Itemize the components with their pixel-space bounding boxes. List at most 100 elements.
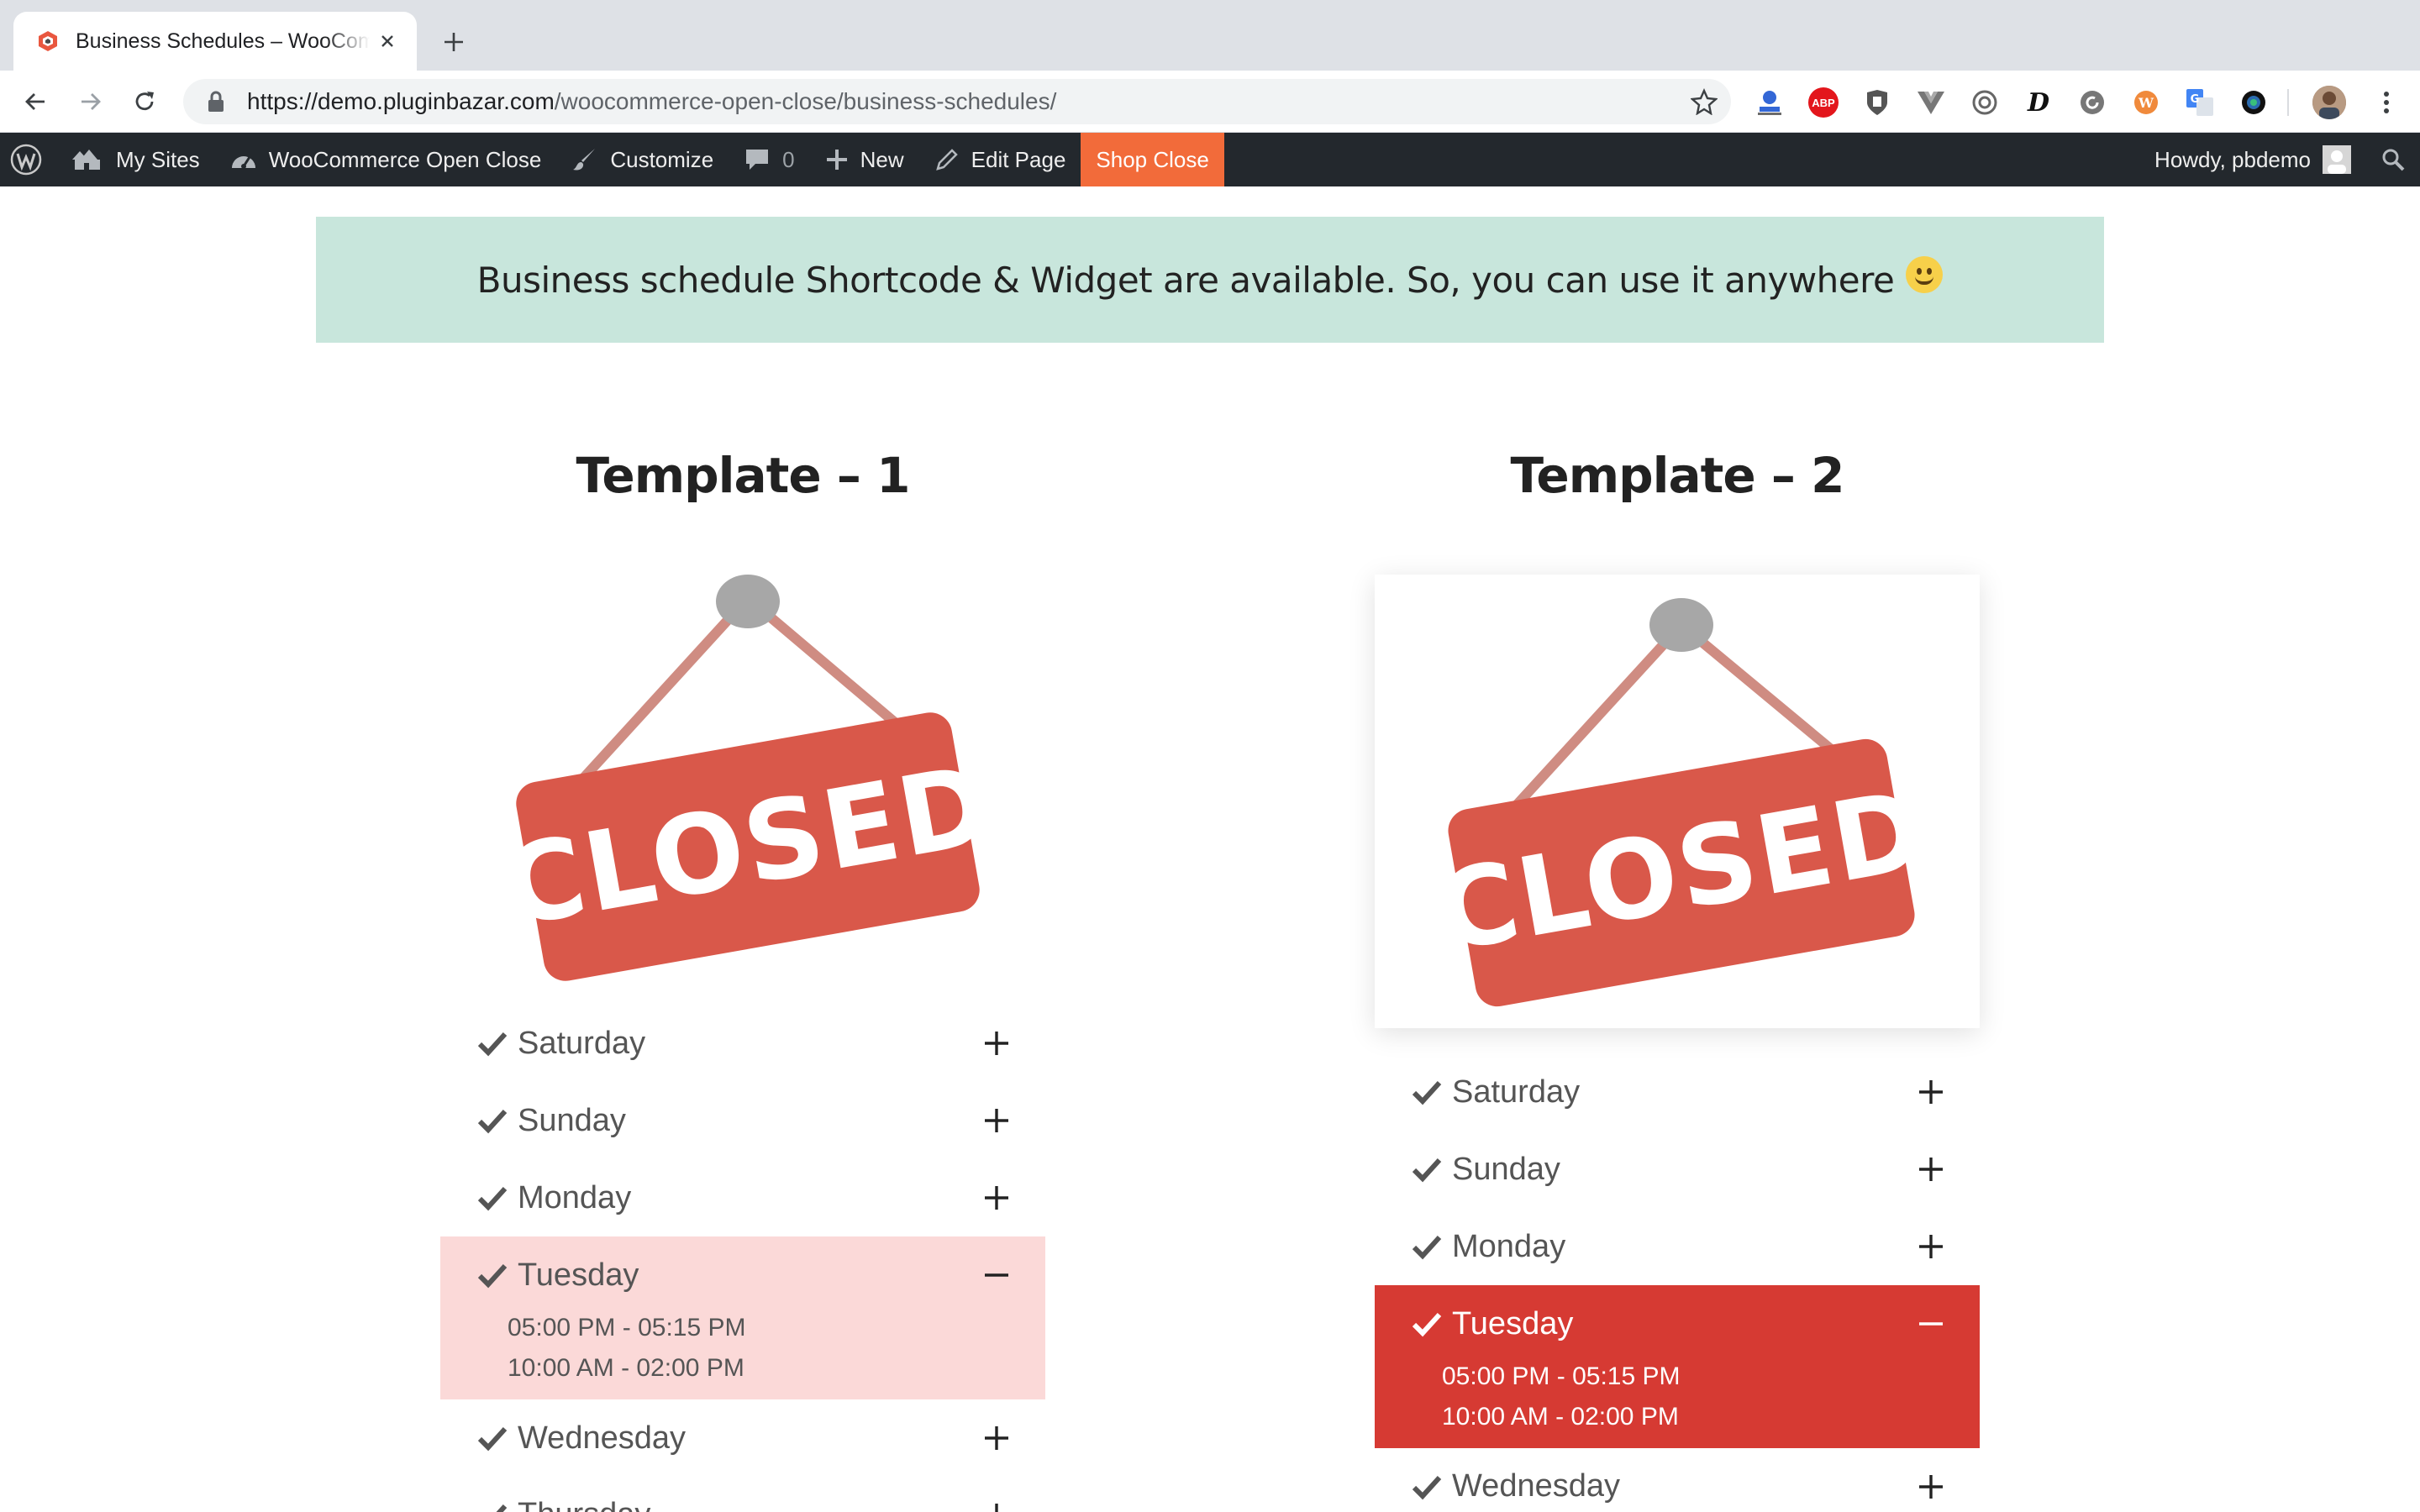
check-icon [1410, 1470, 1444, 1504]
color-picker-icon[interactable] [1970, 87, 2000, 118]
expand-plus-icon[interactable] [1914, 1230, 1948, 1263]
adminbar-search-icon[interactable] [2376, 133, 2410, 186]
my-sites-icon [72, 150, 100, 170]
back-arrow-icon[interactable] [18, 85, 52, 118]
day-name: Sunday [518, 1102, 626, 1138]
time-slot: 10:00 AM - 02:00 PM [1442, 1403, 1679, 1431]
forward-arrow-icon[interactable] [74, 85, 108, 118]
adminbar-comments[interactable]: 0 [729, 133, 809, 186]
day-name: Wednesday [1452, 1468, 1620, 1504]
adminbar-shop-close[interactable]: Shop Close [1081, 133, 1224, 186]
day-row-monday[interactable]: Monday [440, 1159, 1045, 1236]
bookmark-star-icon[interactable] [1689, 87, 1719, 117]
adminbar-edit-page[interactable]: Edit Page [919, 133, 1081, 186]
my-sites-label: My Sites [116, 146, 200, 172]
template-2-title: Template – 2 [1510, 447, 1845, 504]
address-bar[interactable]: https://demo.pluginbazar.com/woocommerce… [183, 79, 1731, 124]
reload-icon[interactable] [128, 85, 161, 118]
adminbar-right: Howdy, pbdemo [2154, 133, 2420, 186]
adminbar-my-account[interactable]: Howdy, pbdemo [2154, 133, 2376, 186]
browser-tab-strip: Business Schedules – WooCommerce Open Cl… [0, 0, 2420, 71]
day-name: Tuesday [518, 1257, 639, 1293]
url-text[interactable]: https://demo.pluginbazar.com/woocommerce… [247, 88, 1056, 115]
adblock-icon[interactable]: ABP [1808, 87, 1839, 118]
expand-plus-icon[interactable] [1914, 1152, 1948, 1186]
day-row-tuesday-expanded[interactable]: Tuesday 05:00 PM - 05:15 PM 10:00 AM - 0… [440, 1236, 1045, 1399]
check-icon [1410, 1307, 1444, 1341]
notice-text: Business schedule Shortcode & Widget are… [476, 259, 1895, 301]
wp-admin-bar: My Sites WooCommerce Open Close Customiz… [0, 133, 2420, 186]
paintbrush-icon [573, 149, 596, 171]
tab-title: Business Schedules – WooCommerce Open Cl… [76, 29, 370, 53]
plus-icon [826, 150, 847, 170]
close-tab-icon[interactable] [375, 29, 400, 54]
shop-close-label: Shop Close [1096, 146, 1209, 172]
day-name: Saturday [518, 1025, 646, 1061]
check-icon [1410, 1230, 1444, 1263]
profile-avatar[interactable] [2312, 86, 2346, 119]
day-row-sunday[interactable]: Sunday [1375, 1131, 1980, 1208]
check-icon [476, 1026, 509, 1060]
lock-icon[interactable] [203, 89, 229, 114]
new-label: New [860, 146, 904, 172]
day-row-saturday[interactable]: Saturday [440, 1005, 1045, 1082]
day-row-wednesday[interactable]: Wednesday [440, 1399, 1045, 1477]
day-row-saturday[interactable]: Saturday [1375, 1053, 1980, 1131]
time-slot: 05:00 PM - 05:15 PM [508, 1314, 746, 1341]
refresh-extension-icon[interactable] [2077, 87, 2107, 118]
url-path: /woocommerce-open-close/business-schedul… [554, 88, 1057, 114]
site-name-label: WooCommerce Open Close [268, 146, 542, 172]
day-row-sunday[interactable]: Sunday [440, 1082, 1045, 1159]
day-name: Sunday [1452, 1151, 1560, 1187]
day-row-monday[interactable]: Monday [1375, 1208, 1980, 1285]
vue-devtools-icon[interactable] [1916, 87, 1946, 118]
adminbar-site-name[interactable]: WooCommerce Open Close [215, 133, 557, 186]
new-tab-plus-icon[interactable] [437, 25, 471, 59]
day-row-tuesday-expanded[interactable]: Tuesday 05:00 PM - 05:15 PM 10:00 AM - 0… [1375, 1285, 1980, 1448]
expand-plus-icon[interactable] [980, 1421, 1013, 1455]
user-avatar [2323, 145, 2351, 174]
browser-menu-icon[interactable] [2370, 86, 2403, 119]
check-icon [1410, 1152, 1444, 1186]
day-row-thursday[interactable]: Thursday [440, 1477, 1045, 1512]
check-icon [476, 1499, 509, 1512]
day-name: Thursday [518, 1497, 650, 1512]
expand-plus-icon[interactable] [980, 1026, 1013, 1060]
howdy-label: Howdy, pbdemo [2154, 146, 2311, 172]
check-icon [476, 1258, 509, 1292]
customize-label: Customize [610, 146, 714, 172]
template-1-title: Template – 1 [576, 447, 911, 504]
availability-notice: Business schedule Shortcode & Widget are… [316, 217, 2104, 343]
toolbar-separator [2287, 89, 2289, 116]
adminbar-new[interactable]: New [810, 133, 919, 186]
camera-extension-icon[interactable] [2238, 87, 2269, 118]
closed-sign-card: CLOSED [1375, 575, 1980, 1028]
translate-extension-icon[interactable]: G [2185, 87, 2215, 118]
adminbar-customize[interactable]: Customize [556, 133, 729, 186]
day-header[interactable]: Tuesday [440, 1236, 1045, 1314]
d-extension-icon[interactable]: D [2023, 87, 2054, 118]
svg-text:G: G [2191, 93, 2200, 106]
day-name: Monday [1452, 1228, 1566, 1264]
browser-tab-active[interactable]: Business Schedules – WooCommerce Open Cl… [13, 12, 417, 71]
expand-plus-icon[interactable] [1914, 1470, 1948, 1504]
expand-plus-icon[interactable] [980, 1499, 1013, 1512]
expand-plus-icon[interactable] [980, 1181, 1013, 1215]
check-icon [1410, 1075, 1444, 1109]
expand-plus-icon[interactable] [980, 1104, 1013, 1137]
adminbar-my-sites[interactable]: My Sites [55, 133, 215, 186]
browser-toolbar: https://demo.pluginbazar.com/woocommerce… [0, 71, 2420, 133]
wordpress-extension-icon[interactable]: W [2131, 87, 2161, 118]
day-header[interactable]: Tuesday [1375, 1285, 1980, 1362]
pencil-icon [935, 149, 958, 171]
expand-plus-icon[interactable] [1914, 1075, 1948, 1109]
collapse-minus-icon[interactable] [1914, 1307, 1948, 1341]
day-name: Wednesday [518, 1420, 686, 1456]
wordpress-logo-icon[interactable] [0, 133, 55, 186]
collapse-minus-icon[interactable] [980, 1258, 1013, 1292]
svg-text:W: W [2138, 95, 2154, 111]
shield-extension-icon[interactable] [1862, 87, 1892, 118]
time-slot: 05:00 PM - 05:15 PM [1442, 1362, 1681, 1390]
day-row-wednesday[interactable]: Wednesday [1375, 1448, 1980, 1512]
key-manager-icon[interactable] [1754, 87, 1785, 118]
